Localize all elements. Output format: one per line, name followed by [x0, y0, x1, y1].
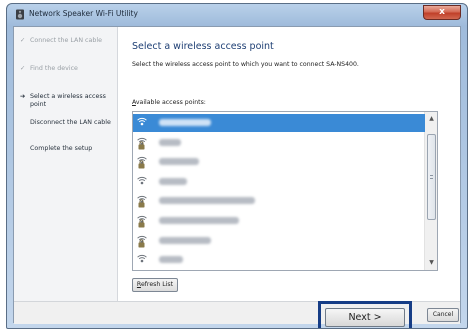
access-points-label-text: vailable access points: [135, 99, 206, 106]
close-button[interactable]: x [423, 5, 461, 20]
access-point-name-redacted [159, 119, 211, 126]
checkmark-icon: ✓ [20, 65, 26, 72]
wifi-signal-lock-icon [137, 235, 147, 248]
list-scrollbar[interactable]: ▲ ▼ [424, 112, 437, 270]
access-point-row[interactable] [133, 212, 425, 230]
page-title: Select a wireless access point [132, 41, 274, 52]
access-point-name-redacted [159, 236, 211, 244]
refresh-list-button[interactable]: Refresh List [132, 278, 178, 292]
access-points-label: Available access points: [132, 99, 206, 106]
access-point-row[interactable] [133, 192, 425, 210]
access-point-name-redacted [159, 158, 199, 166]
app-window: Network Speaker Wi-Fi Utility x ✓ Connect… [6, 3, 468, 329]
step-label: Find the device [30, 65, 78, 72]
next-button[interactable]: Next > [325, 308, 405, 327]
checkmark-icon: ✓ [20, 37, 26, 44]
access-point-row[interactable] [133, 153, 425, 171]
access-point-row[interactable] [133, 134, 425, 152]
access-point-name-redacted [159, 138, 181, 146]
access-point-name-redacted [159, 217, 239, 224]
access-point-row[interactable] [133, 114, 425, 132]
grip-icon [430, 175, 433, 179]
arrow-right-icon: ➔ [20, 93, 26, 100]
wifi-signal-icon [137, 117, 147, 126]
steps-sidebar: ✓ Connect the LAN cable ✓ Find the device ➔ S… [14, 27, 118, 301]
wifi-signal-lock-icon [137, 157, 147, 169]
step-item: ✓ Connect the LAN cable [20, 37, 118, 45]
access-point-name-redacted [159, 256, 183, 264]
scroll-down-icon[interactable]: ▼ [428, 259, 435, 266]
cancel-button[interactable]: Cancel [427, 308, 459, 322]
wifi-signal-lock-icon [137, 215, 147, 228]
wifi-signal-lock-icon [137, 137, 147, 150]
main-panel: Select a wireless access point Select th… [118, 27, 460, 301]
step-item: ➔ Select a wireless access point [20, 93, 118, 109]
access-point-name-redacted [159, 177, 187, 185]
access-point-list[interactable]: ▲ ▼ [132, 111, 438, 271]
scrollbar-thumb[interactable] [427, 134, 436, 220]
instruction-text: Select the wireless access point to whic… [132, 61, 359, 68]
scroll-up-icon[interactable]: ▲ [428, 115, 435, 122]
wifi-signal-icon [137, 176, 147, 185]
wizard-body: ✓ Connect the LAN cable ✓ Find the device ➔ S… [13, 26, 461, 328]
speaker-app-icon [16, 9, 24, 20]
access-point-name-redacted [159, 197, 255, 205]
title-bar[interactable]: Network Speaker Wi-Fi Utility x [7, 4, 467, 26]
access-point-row[interactable] [133, 173, 425, 191]
step-label: Disconnect the LAN cable [30, 119, 111, 126]
access-point-row[interactable] [133, 232, 425, 250]
access-point-row[interactable] [133, 251, 425, 269]
refresh-list-label: efresh List [140, 281, 174, 288]
wifi-signal-icon [137, 255, 147, 263]
step-item: Complete the setup [20, 145, 118, 153]
step-item: ✓ Find the device [20, 65, 118, 73]
step-item: Disconnect the LAN cable [20, 119, 118, 127]
wifi-signal-lock-icon [137, 196, 147, 208]
step-label: Complete the setup [30, 145, 93, 152]
step-label: Select a wireless access point [30, 93, 106, 108]
window-title: Network Speaker Wi-Fi Utility [29, 9, 138, 18]
step-label: Connect the LAN cable [30, 37, 102, 44]
